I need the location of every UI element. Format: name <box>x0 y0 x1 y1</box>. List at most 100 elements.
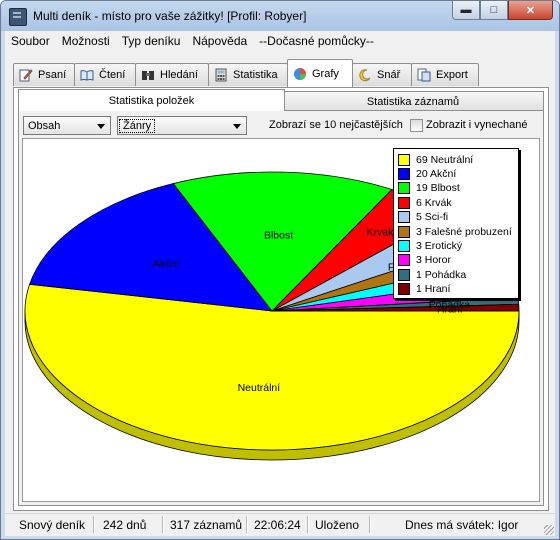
tab-hledani[interactable]: Hledání <box>135 63 209 86</box>
slice-label-krvak: Krvák <box>367 226 395 238</box>
legend-swatch <box>398 153 410 166</box>
resize-grip[interactable] <box>544 525 554 535</box>
show-skipped-label: Zobrazit i vynechané <box>426 119 528 131</box>
legend-swatch <box>398 182 410 195</box>
tab-grafy[interactable]: Grafy <box>287 59 353 87</box>
slice-label-neutralni: Neutrální <box>238 382 281 394</box>
status-separator <box>246 516 248 533</box>
status-separator <box>93 516 95 533</box>
app-window: Multi deník - místo pro vaše zážitky! [P… <box>0 0 560 540</box>
minimize-button[interactable]: ▬ <box>452 1 480 20</box>
subtab-statistika-polozek[interactable]: Statistika položek <box>18 89 285 111</box>
legend-item-horor: 3 Horor <box>398 254 451 267</box>
slice-label-hrani: Hraní <box>437 304 463 316</box>
binoculars-icon <box>141 68 155 82</box>
export-document-icon <box>417 68 431 82</box>
chart-legend: 69 Neutrální 20 Akční 19 Blbost 6 Krvák 5 Sc… <box>393 148 519 299</box>
category-select-value: Žánry <box>119 118 156 133</box>
window-controls: ▬ □ ✕ <box>452 1 553 21</box>
legend-swatch <box>398 211 410 224</box>
legend-item-blbost: 19 Blbost <box>398 182 460 195</box>
maximize-icon: □ <box>490 4 498 16</box>
close-button[interactable]: ✕ <box>508 1 553 20</box>
legend-label: 20 Akční <box>416 167 457 180</box>
tab-label: Psaní <box>38 69 67 81</box>
moon-sleep-icon <box>358 68 372 82</box>
menu-docasne-pomucky[interactable]: --Dočasné pomůcky-- <box>253 34 380 48</box>
legend-label: 3 Falešné probuzení <box>416 225 512 238</box>
status-saved: Uloženo <box>315 518 360 532</box>
tab-label: Hledání <box>160 69 198 81</box>
status-separator <box>307 516 309 533</box>
menu-soubor[interactable]: Soubor <box>5 34 56 48</box>
legend-label: 19 Blbost <box>416 182 460 195</box>
app-icon[interactable] <box>9 8 27 26</box>
minimize-icon: ▬ <box>460 4 472 16</box>
pencil-notepad-icon <box>19 68 33 82</box>
category-select[interactable]: Žánry <box>117 116 247 135</box>
window-title: Multi deník - místo pro vaše zážitky! [P… <box>33 9 307 23</box>
show-skipped-checkbox[interactable] <box>410 119 423 132</box>
legend-item-akcni: 20 Akční <box>398 167 456 180</box>
status-bar: Snový deník 242 dnů 317 záznamů 22:06:24… <box>5 513 555 536</box>
legend-item-sci-fi: 5 Sci-fi <box>398 211 448 224</box>
legend-label: 69 Neutrální <box>416 153 474 166</box>
tab-label: Čtení <box>99 69 126 81</box>
tab-cteni[interactable]: Čtení <box>74 63 136 86</box>
legend-label: 1 Pohádka <box>416 268 467 281</box>
status-separator <box>162 516 164 533</box>
slice-label-blbost: Blbost <box>264 230 293 242</box>
close-icon: ✕ <box>525 4 536 17</box>
content-select[interactable]: Obsah <box>23 116 111 135</box>
status-diary: Snový deník <box>19 518 86 532</box>
grafy-panel: Statistika položek Statistika záznamů Ob… <box>13 87 549 511</box>
title-bar[interactable]: Multi deník - místo pro vaše zážitky! [P… <box>1 1 559 31</box>
open-book-icon <box>80 68 94 82</box>
maximize-button[interactable]: □ <box>480 1 508 20</box>
legend-label: 3 Erotický <box>416 239 463 252</box>
status-nameday: Dnes má svátek: Igor <box>405 518 519 532</box>
menu-moznosti[interactable]: Možnosti <box>56 34 116 48</box>
legend-swatch <box>398 283 410 296</box>
menu-typ-deniku[interactable]: Typ deníku <box>116 34 187 48</box>
legend-item-pohadka: 1 Pohádka <box>398 268 466 281</box>
legend-swatch <box>398 268 410 281</box>
legend-swatch <box>398 225 410 238</box>
legend-label: 6 Krvák <box>416 196 452 209</box>
legend-swatch <box>398 239 410 252</box>
chevron-down-icon <box>97 124 105 129</box>
tab-psani[interactable]: Psaní <box>13 63 75 86</box>
legend-label: 3 Horor <box>416 254 452 267</box>
statistics-panel: Obsah Žánry Zobrazí se 10 nejčastějších … <box>18 110 544 506</box>
pie-chart-icon <box>293 67 307 81</box>
tab-label: Statistika <box>233 69 278 81</box>
tab-export[interactable]: Export <box>411 63 479 86</box>
tab-label: Export <box>436 69 468 81</box>
legend-item-neutralni: 69 Neutrální <box>398 153 473 166</box>
tab-statistika[interactable]: Statistika <box>208 63 288 86</box>
tab-label: Grafy <box>312 67 339 80</box>
client-area: Psaní Čtení Hledání Statistika Grafy Sná… <box>5 51 555 535</box>
legend-swatch <box>398 196 410 209</box>
tab-label: Snář <box>377 69 401 81</box>
menu-napoveda[interactable]: Nápověda <box>186 34 253 48</box>
legend-swatch <box>398 167 410 180</box>
legend-label: 5 Sci-fi <box>416 211 449 224</box>
legend-item-falesne-probuzeni: 3 Falešné probuzení <box>398 225 512 238</box>
calculator-icon <box>214 68 228 82</box>
subtab-label: Statistika záznamů <box>366 95 460 108</box>
status-separator <box>369 516 371 533</box>
slice-label-akcni: Akční <box>153 258 179 270</box>
legend-label: 1 Hraní <box>416 283 451 296</box>
chevron-down-icon <box>233 124 241 129</box>
legend-swatch <box>398 254 410 267</box>
pie-chart-area: NeutrálníAkčníBlbostKrvákSci-fiFalešné p… <box>22 138 540 502</box>
subtab-statistika-zaznamu[interactable]: Statistika záznamů <box>282 91 544 111</box>
subtab-label: Statistika položek <box>108 94 195 107</box>
legend-item-hrani: 1 Hraní <box>398 283 450 296</box>
legend-item-krvak: 6 Krvák <box>398 196 452 209</box>
tab-snar[interactable]: Snář <box>352 63 412 86</box>
status-time: 22:06:24 <box>254 518 301 532</box>
top-count-info: Zobrazí se 10 nejčastějších <box>269 119 403 131</box>
menu-bar: Soubor Možnosti Typ deníku Nápověda --Do… <box>5 31 555 51</box>
